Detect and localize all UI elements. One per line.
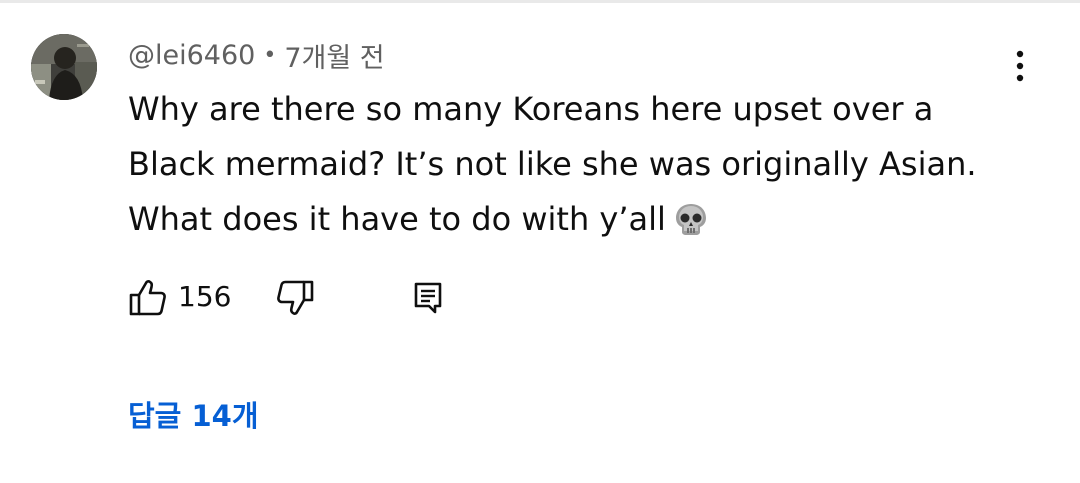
- author-name[interactable]: @lei6460: [128, 40, 255, 71]
- comment-reply-icon: [414, 282, 442, 314]
- separator-dot: •: [263, 42, 277, 68]
- thumbs-up-icon: [129, 280, 166, 316]
- comment-thread: @lei6460 • 7개월 전 Why are there so many K…: [0, 0, 1080, 483]
- comment-text-line: Black mermaid? It’s not like she was ori…: [128, 145, 977, 183]
- like-button[interactable]: [128, 278, 168, 320]
- comment-time[interactable]: 7개월 전: [284, 36, 384, 75]
- comment-text-line: Why are there so many Koreans here upset…: [128, 90, 934, 128]
- reply-button[interactable]: [408, 278, 448, 320]
- more-vertical-icon: [1016, 50, 1024, 82]
- avatar[interactable]: [31, 34, 97, 100]
- comment-text: Why are there so many Koreans here upset…: [128, 82, 1008, 253]
- comment-text-line: What does it have to do with y’all: [128, 200, 666, 238]
- comment-header: @lei6460 • 7개월 전: [128, 36, 385, 74]
- thumbs-down-icon: [277, 280, 314, 315]
- skull-emoji: [674, 198, 708, 253]
- dislike-button[interactable]: [273, 278, 317, 320]
- like-count: 156: [178, 280, 232, 313]
- view-replies-link[interactable]: 답글 14개: [128, 393, 259, 435]
